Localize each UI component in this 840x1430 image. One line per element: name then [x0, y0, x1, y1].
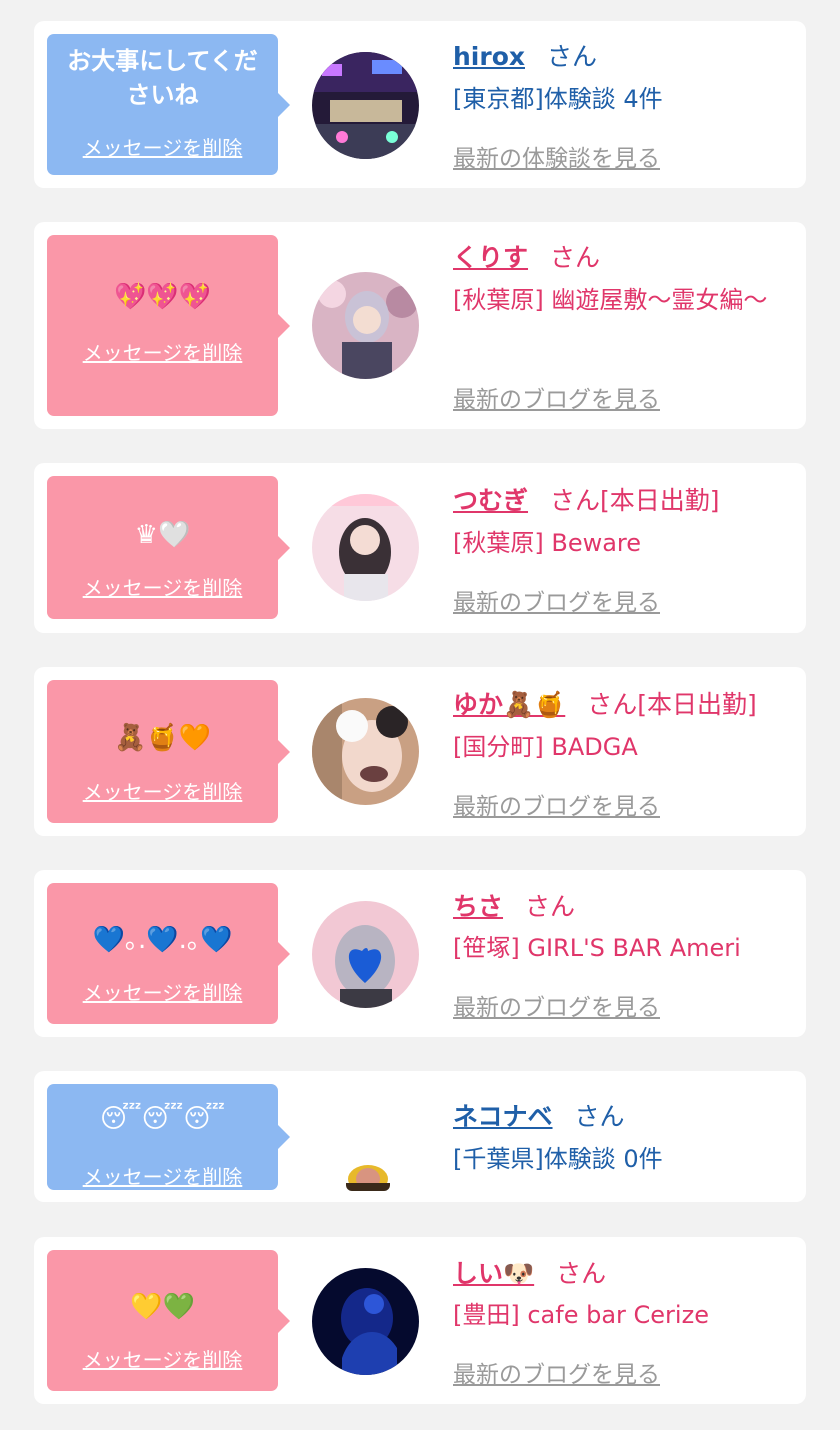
- name-line: ちさ さん: [453, 887, 575, 923]
- latest-link[interactable]: 最新のブログを見る: [453, 988, 660, 1022]
- message-text: 💖💖💖: [113, 282, 212, 312]
- sender-name-link[interactable]: しい🐶: [453, 1259, 534, 1288]
- message-bubble: 💖💖💖 メッセージを削除: [47, 235, 290, 416]
- shop-info: [笹塚] GIRL'S BAR Ameri: [453, 934, 741, 962]
- message-bubble: 😴😴😴 メッセージを削除: [47, 1084, 290, 1190]
- avatar-photo: [312, 494, 419, 601]
- shop-info: [豊田] cafe bar Cerize: [453, 1301, 709, 1329]
- message-text: 🧸🍯🧡: [113, 723, 212, 753]
- latest-link[interactable]: 最新のブログを見る: [453, 380, 660, 414]
- delete-message-link[interactable]: メッセージを削除: [47, 776, 278, 805]
- message-text: お大事にしてくださいね: [67, 47, 258, 109]
- message-text: 😴😴😴: [99, 1104, 226, 1134]
- avatar-photo: [312, 52, 419, 159]
- message-text: ♛🤍: [134, 520, 191, 550]
- avatar[interactable]: [312, 494, 419, 601]
- latest-link[interactable]: 最新のブログを見る: [453, 1355, 660, 1389]
- message-bubble: 🧸🍯🧡 メッセージを削除: [47, 680, 290, 823]
- name-line: ゆか🧸🍯 さん[本日出勤]: [453, 685, 757, 721]
- message-card: 💖💖💖 メッセージを削除 くりす さん [秋葉原] 幽遊屋敷〜霊女編〜 最新のブロ…: [34, 222, 806, 429]
- delete-message-link[interactable]: メッセージを削除: [47, 132, 278, 161]
- sender-info: つむぎ さん[本日出勤] [秋葉原] Beware 最新のブログを見る: [453, 463, 796, 633]
- message-text: 💙｡.💙.｡💙: [92, 925, 233, 955]
- avatar[interactable]: [312, 52, 419, 159]
- sender-name-link[interactable]: hirox: [453, 42, 525, 71]
- san-suffix: さん: [556, 1259, 607, 1288]
- avatar[interactable]: [312, 901, 419, 1008]
- message-card: ♛🤍 メッセージを削除 つむぎ さん[本日出勤] [秋葉原] Beware 最新の…: [34, 463, 806, 633]
- message-card: 💙｡.💙.｡💙 メッセージを削除 ちさ さん [笹塚] GIRL'S BAR Am…: [34, 870, 806, 1037]
- avatar[interactable]: [312, 272, 419, 379]
- name-line: しい🐶 さん: [453, 1254, 606, 1290]
- shop-info: [国分町] BADGA: [453, 733, 638, 761]
- avatar-photo: [312, 1268, 419, 1375]
- latest-link[interactable]: 最新のブログを見る: [453, 583, 660, 617]
- name-line: hirox さん: [453, 37, 597, 73]
- san-suffix: さん: [547, 42, 598, 71]
- sender-info: しい🐶 さん [豊田] cafe bar Cerize 最新のブログを見る: [453, 1237, 796, 1404]
- avatar-photo: [312, 698, 419, 805]
- san-suffix: さん: [574, 1102, 625, 1131]
- latest-link[interactable]: 最新のブログを見る: [453, 787, 660, 821]
- name-line: ネコナベ さん: [453, 1097, 625, 1133]
- shop-info: [秋葉原] Beware: [453, 529, 642, 557]
- message-bubble: お大事にしてくださいね メッセージを削除: [47, 34, 290, 175]
- sender-name-link[interactable]: くりす: [453, 243, 528, 272]
- shop-info: [秋葉原] 幽遊屋敷〜霊女編〜: [453, 286, 768, 314]
- message-card: 💛💚 メッセージを削除 しい🐶 さん [豊田] cafe bar Cerize 最…: [34, 1237, 806, 1404]
- sender-info: くりす さん [秋葉原] 幽遊屋敷〜霊女編〜 最新のブログを見る: [453, 222, 796, 429]
- message-bubble: 💛💚 メッセージを削除: [47, 1250, 290, 1391]
- attendance-status: [本日出勤]: [600, 486, 720, 515]
- avatar-photo: [312, 901, 419, 1008]
- message-text: 💛💚: [130, 1292, 195, 1322]
- avatar[interactable]: [346, 1159, 390, 1191]
- message-card: 😴😴😴 メッセージを削除 ネコナベ さん [千葉県]体験談 0件: [34, 1071, 806, 1202]
- delete-message-link[interactable]: メッセージを削除: [47, 1344, 278, 1373]
- avatar-photo: [346, 1159, 390, 1191]
- latest-link[interactable]: 最新の体験談を見る: [453, 139, 660, 173]
- name-line: くりす さん: [453, 238, 600, 274]
- message-card: お大事にしてくださいね メッセージを削除 hirox さん [東京都]体験談 4件…: [34, 21, 806, 188]
- delete-message-link[interactable]: メッセージを削除: [47, 572, 278, 601]
- attendance-status: [本日出勤]: [637, 690, 757, 719]
- san-suffix: さん: [550, 486, 601, 515]
- shop-info: [東京都]体験談 4件: [453, 85, 663, 113]
- sender-info: ちさ さん [笹塚] GIRL'S BAR Ameri 最新のブログを見る: [453, 870, 796, 1037]
- san-suffix: さん: [525, 892, 576, 921]
- message-card: 🧸🍯🧡 メッセージを削除 ゆか🧸🍯 さん[本日出勤] [国分町] BADGA 最新…: [34, 667, 806, 836]
- message-bubble: 💙｡.💙.｡💙 メッセージを削除: [47, 883, 290, 1024]
- shop-info: [千葉県]体験談 0件: [453, 1145, 663, 1173]
- sender-info: ゆか🧸🍯 さん[本日出勤] [国分町] BADGA 最新のブログを見る: [453, 667, 796, 836]
- san-suffix: さん: [587, 690, 638, 719]
- sender-name-link[interactable]: ゆか🧸🍯: [453, 690, 565, 719]
- san-suffix: さん: [550, 243, 601, 272]
- delete-message-link[interactable]: メッセージを削除: [47, 1161, 278, 1190]
- avatar[interactable]: [312, 1268, 419, 1375]
- sender-name-link[interactable]: つむぎ: [453, 486, 528, 515]
- delete-message-link[interactable]: メッセージを削除: [47, 337, 278, 366]
- sender-name-link[interactable]: ちさ: [453, 892, 503, 921]
- sender-info: ネコナベ さん [千葉県]体験談 0件: [453, 1071, 796, 1202]
- sender-info: hirox さん [東京都]体験談 4件 最新の体験談を見る: [453, 21, 796, 188]
- name-line: つむぎ さん[本日出勤]: [453, 481, 720, 517]
- delete-message-link[interactable]: メッセージを削除: [47, 977, 278, 1006]
- message-bubble: ♛🤍 メッセージを削除: [47, 476, 290, 619]
- sender-name-link[interactable]: ネコナベ: [453, 1102, 553, 1131]
- avatar[interactable]: [312, 698, 419, 805]
- avatar-photo: [312, 272, 419, 379]
